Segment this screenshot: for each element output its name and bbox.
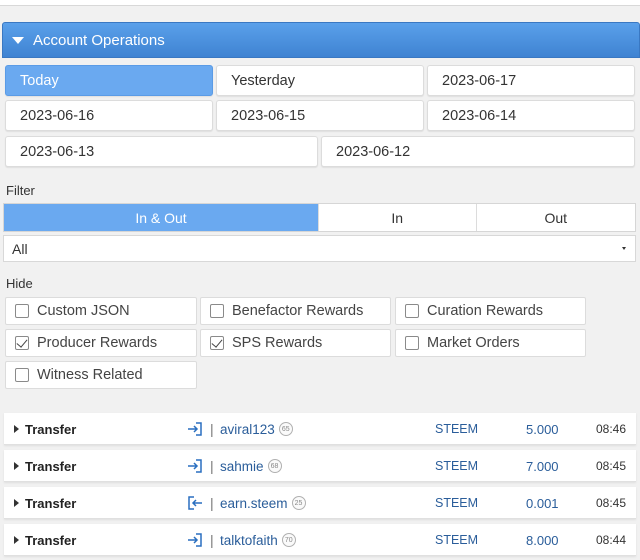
account-link[interactable]: sahmie (220, 459, 264, 474)
date-button-2023-06-17[interactable]: 2023-06-17 (427, 65, 635, 96)
hide-option-witness-related[interactable]: Witness Related (5, 361, 197, 389)
operation-row[interactable]: Transfer | aviral123 65 STEEM 5.000 08:4… (4, 413, 636, 445)
separator: | (210, 532, 214, 548)
amount: 8.000 (526, 532, 559, 548)
segment-out[interactable]: Out (477, 204, 636, 231)
asset-symbol: STEEM (435, 533, 479, 547)
hide-option-label: Market Orders (427, 335, 520, 351)
checkbox-icon[interactable] (405, 336, 419, 350)
expand-arrow-icon[interactable] (14, 425, 19, 433)
hide-option-label: Benefactor Rewards (232, 303, 364, 319)
hide-option-market-orders[interactable]: Market Orders (395, 329, 586, 357)
hide-option-benefactor-rewards[interactable]: Benefactor Rewards (200, 297, 391, 325)
hide-option-curation-rewards[interactable]: Curation Rewards (395, 297, 586, 325)
asset-symbol: STEEM (435, 422, 479, 436)
reputation-badge: 25 (291, 496, 306, 510)
timestamp: 08:44 (596, 533, 627, 547)
date-button-2023-06-13[interactable]: 2023-06-13 (5, 136, 318, 167)
timestamp: 08:46 (596, 422, 627, 436)
account-link[interactable]: talktofaith (220, 533, 278, 548)
hide-option-label: Producer Rewards (37, 335, 158, 351)
segment-in-and-out[interactable]: In & Out (4, 204, 319, 231)
operation-row[interactable]: Transfer | earn.steem 25 STEEM 0.001 08:… (4, 487, 636, 519)
hide-option-sps-rewards[interactable]: SPS Rewards (200, 329, 391, 357)
hide-label: Hide (6, 276, 33, 291)
hide-option-label: SPS Rewards (232, 335, 323, 351)
reputation-badge: 65 (278, 422, 293, 436)
account-link[interactable]: earn.steem (220, 496, 288, 511)
operation-type: Transfer (25, 495, 77, 511)
date-button-yesterday[interactable]: Yesterday (216, 65, 424, 96)
checkbox-icon[interactable] (210, 304, 224, 318)
operation-type: Transfer (25, 532, 77, 548)
dropdown-caret-icon (622, 247, 626, 250)
select-value: All (12, 240, 28, 257)
asset-symbol: STEEM (435, 459, 479, 473)
filter-label: Filter (6, 183, 35, 198)
amount: 7.000 (526, 458, 559, 474)
section-title: Account Operations (33, 31, 165, 49)
segment-in[interactable]: In (319, 204, 477, 231)
incoming-transfer-icon (187, 413, 205, 445)
account-operations-header[interactable]: Account Operations (2, 22, 640, 58)
checkbox-icon[interactable] (15, 368, 29, 382)
operation-type-select[interactable]: All (3, 235, 636, 262)
timestamp: 08:45 (596, 496, 627, 510)
reputation-badge: 68 (267, 459, 282, 473)
amount: 5.000 (526, 421, 559, 437)
checkbox-icon[interactable] (15, 304, 29, 318)
checkbox-checked-icon[interactable] (15, 336, 29, 350)
incoming-transfer-icon (187, 450, 205, 482)
expand-arrow-icon[interactable] (14, 462, 19, 470)
expand-arrow-icon[interactable] (14, 499, 19, 507)
direction-filter: In & Out In Out (3, 203, 636, 232)
separator: | (210, 458, 214, 474)
operation-row[interactable]: Transfer | sahmie 68 STEEM 7.000 08:45 (4, 450, 636, 482)
operation-type: Transfer (25, 458, 77, 474)
date-button-today[interactable]: Today (5, 65, 213, 96)
date-button-2023-06-14[interactable]: 2023-06-14 (427, 100, 635, 131)
account-link[interactable]: aviral123 (220, 422, 275, 437)
date-button-2023-06-12[interactable]: 2023-06-12 (321, 136, 635, 167)
hide-option-producer-rewards[interactable]: Producer Rewards (5, 329, 197, 357)
hide-option-label: Custom JSON (37, 303, 130, 319)
asset-symbol: STEEM (435, 496, 479, 510)
hide-option-label: Curation Rewards (427, 303, 544, 319)
operation-type: Transfer (25, 421, 77, 437)
expand-arrow-icon[interactable] (14, 536, 19, 544)
date-button-2023-06-15[interactable]: 2023-06-15 (216, 100, 424, 131)
hide-option-custom-json[interactable]: Custom JSON (5, 297, 197, 325)
operation-row[interactable]: Transfer | talktofaith 70 STEEM 8.000 08… (4, 524, 636, 556)
reputation-badge: 70 (281, 533, 296, 547)
incoming-transfer-icon (187, 524, 205, 556)
top-strip (0, 0, 640, 6)
amount: 0.001 (526, 495, 559, 511)
date-button-2023-06-16[interactable]: 2023-06-16 (5, 100, 213, 131)
collapse-triangle-icon (12, 36, 24, 44)
checkbox-icon[interactable] (405, 304, 419, 318)
checkbox-checked-icon[interactable] (210, 336, 224, 350)
outgoing-transfer-icon (187, 487, 205, 519)
hide-option-label: Witness Related (37, 367, 143, 383)
separator: | (210, 495, 214, 511)
timestamp: 08:45 (596, 459, 627, 473)
separator: | (210, 421, 214, 437)
